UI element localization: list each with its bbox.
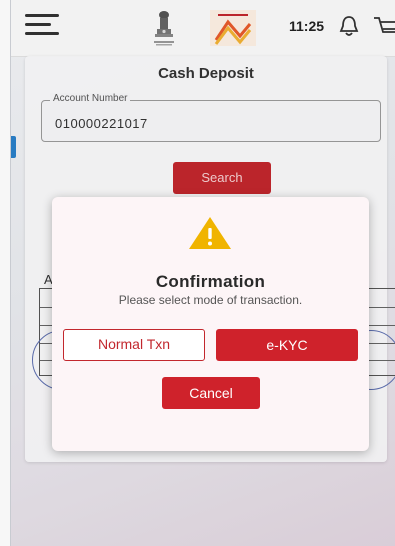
modal-overlay: Confirmation Please select mode of trans… <box>0 0 395 546</box>
cancel-button[interactable]: Cancel <box>162 377 260 409</box>
dialog-title: Confirmation <box>155 272 266 291</box>
warning-icon <box>189 217 231 249</box>
confirmation-dialog: Confirmation Please select mode of trans… <box>52 197 369 451</box>
ekyc-button[interactable]: e-KYC <box>216 329 358 361</box>
normal-txn-button[interactable]: Normal Txn <box>63 329 205 361</box>
dialog-message: Please select mode of transaction. <box>118 293 303 307</box>
